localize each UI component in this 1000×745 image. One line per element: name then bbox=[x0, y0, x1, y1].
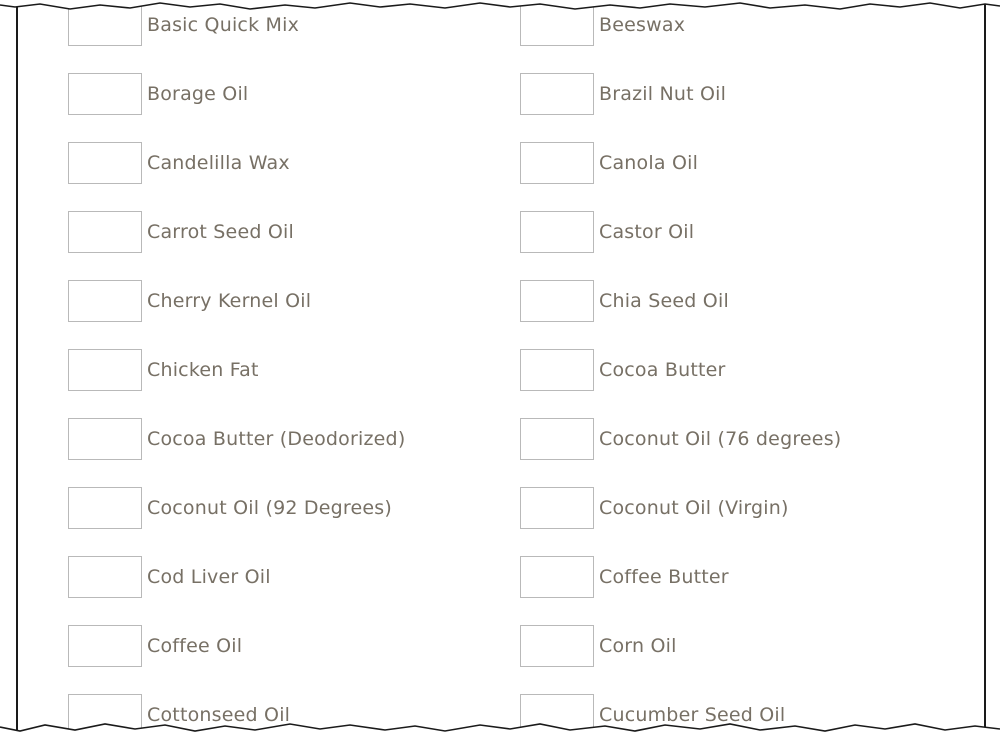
ingredient-row: Chicken Fat Cocoa Butter bbox=[68, 348, 968, 417]
ingredient-item: Carrot Seed Oil bbox=[68, 210, 294, 254]
quantity-input[interactable] bbox=[520, 280, 594, 322]
ingredient-label: Chia Seed Oil bbox=[599, 290, 729, 312]
quantity-input[interactable] bbox=[520, 487, 594, 529]
ingredient-item: Chicken Fat bbox=[68, 348, 259, 392]
ingredient-label: Cucumber Seed Oil bbox=[599, 704, 786, 726]
quantity-input[interactable] bbox=[68, 349, 142, 391]
quantity-input[interactable] bbox=[520, 4, 594, 46]
ingredient-label: Cherry Kernel Oil bbox=[147, 290, 312, 312]
ingredient-label: Candelilla Wax bbox=[147, 152, 290, 174]
ingredient-row: Borage Oil Brazil Nut Oil bbox=[68, 72, 968, 141]
quantity-input[interactable] bbox=[520, 418, 594, 460]
ingredient-item: Cucumber Seed Oil bbox=[520, 693, 785, 737]
ingredient-row: Basic Quick Mix Beeswax bbox=[68, 3, 968, 72]
ingredient-list-panel: Basic Quick Mix Beeswax Borage Oil Brazi… bbox=[16, 0, 986, 745]
ingredient-item: Cocoa Butter bbox=[520, 348, 726, 392]
quantity-input[interactable] bbox=[68, 556, 142, 598]
ingredient-row: Coffee Oil Corn Oil bbox=[68, 624, 968, 693]
quantity-input[interactable] bbox=[520, 73, 594, 115]
ingredient-row: Cod Liver Oil Coffee Butter bbox=[68, 555, 968, 624]
ingredient-item: Coffee Oil bbox=[68, 624, 242, 668]
ingredient-label: Cocoa Butter (Deodorized) bbox=[147, 428, 406, 450]
ingredient-label: Coffee Oil bbox=[147, 635, 243, 657]
ingredient-label: Coconut Oil (92 Degrees) bbox=[147, 497, 392, 519]
ingredient-item: Canola Oil bbox=[520, 141, 698, 185]
ingredient-row: Candelilla Wax Canola Oil bbox=[68, 141, 968, 210]
ingredient-item: Candelilla Wax bbox=[68, 141, 290, 185]
ingredient-item: Beeswax bbox=[520, 3, 685, 47]
ingredient-label: Coconut Oil (76 degrees) bbox=[599, 428, 842, 450]
quantity-input[interactable] bbox=[68, 73, 142, 115]
ingredient-item: Basic Quick Mix bbox=[68, 3, 299, 47]
ingredient-label: Canola Oil bbox=[599, 152, 699, 174]
ingredient-label: Beeswax bbox=[599, 14, 686, 36]
quantity-input[interactable] bbox=[68, 694, 142, 736]
quantity-input[interactable] bbox=[520, 349, 594, 391]
ingredient-item: Cherry Kernel Oil bbox=[68, 279, 311, 323]
ingredient-item: Coconut Oil (92 Degrees) bbox=[68, 486, 392, 530]
ingredient-item: Borage Oil bbox=[68, 72, 248, 116]
ingredient-label: Cocoa Butter bbox=[599, 359, 726, 381]
ingredient-item: Cod Liver Oil bbox=[68, 555, 271, 599]
ingredient-row: Cherry Kernel Oil Chia Seed Oil bbox=[68, 279, 968, 348]
ingredient-item: Cocoa Butter (Deodorized) bbox=[68, 417, 405, 461]
ingredient-item: Coconut Oil (76 degrees) bbox=[520, 417, 841, 461]
ingredient-item: Coffee Butter bbox=[520, 555, 729, 599]
ingredient-label: Borage Oil bbox=[147, 83, 249, 105]
quantity-input[interactable] bbox=[520, 142, 594, 184]
quantity-input[interactable] bbox=[68, 4, 142, 46]
quantity-input[interactable] bbox=[520, 556, 594, 598]
quantity-input[interactable] bbox=[68, 625, 142, 667]
ingredient-label: Castor Oil bbox=[599, 221, 695, 243]
ingredient-item: Corn Oil bbox=[520, 624, 677, 668]
ingredient-item: Cottonseed Oil bbox=[68, 693, 290, 737]
ingredient-grid: Basic Quick Mix Beeswax Borage Oil Brazi… bbox=[68, 3, 968, 745]
quantity-input[interactable] bbox=[68, 487, 142, 529]
ingredient-label: Coconut Oil (Virgin) bbox=[599, 497, 789, 519]
quantity-input[interactable] bbox=[68, 211, 142, 253]
ingredient-row: Coconut Oil (92 Degrees) Coconut Oil (Vi… bbox=[68, 486, 968, 555]
ingredient-item: Brazil Nut Oil bbox=[520, 72, 726, 116]
quantity-input[interactable] bbox=[520, 211, 594, 253]
ingredient-row: Carrot Seed Oil Castor Oil bbox=[68, 210, 968, 279]
ingredient-label: Carrot Seed Oil bbox=[147, 221, 294, 243]
ingredient-label: Coffee Butter bbox=[599, 566, 729, 588]
quantity-input[interactable] bbox=[68, 142, 142, 184]
ingredient-item: Chia Seed Oil bbox=[520, 279, 729, 323]
ingredient-row: Cocoa Butter (Deodorized) Coconut Oil (7… bbox=[68, 417, 968, 486]
ingredient-item: Castor Oil bbox=[520, 210, 694, 254]
ingredient-label: Cod Liver Oil bbox=[147, 566, 271, 588]
ingredient-label: Chicken Fat bbox=[147, 359, 259, 381]
ingredient-item: Coconut Oil (Virgin) bbox=[520, 486, 789, 530]
quantity-input[interactable] bbox=[520, 694, 594, 736]
ingredient-label: Basic Quick Mix bbox=[147, 14, 300, 36]
ingredient-row: Cottonseed Oil Cucumber Seed Oil bbox=[68, 693, 968, 745]
quantity-input[interactable] bbox=[520, 625, 594, 667]
quantity-input[interactable] bbox=[68, 280, 142, 322]
ingredient-label: Corn Oil bbox=[599, 635, 677, 657]
ingredient-label: Cottonseed Oil bbox=[147, 704, 291, 726]
ingredient-label: Brazil Nut Oil bbox=[599, 83, 727, 105]
quantity-input[interactable] bbox=[68, 418, 142, 460]
